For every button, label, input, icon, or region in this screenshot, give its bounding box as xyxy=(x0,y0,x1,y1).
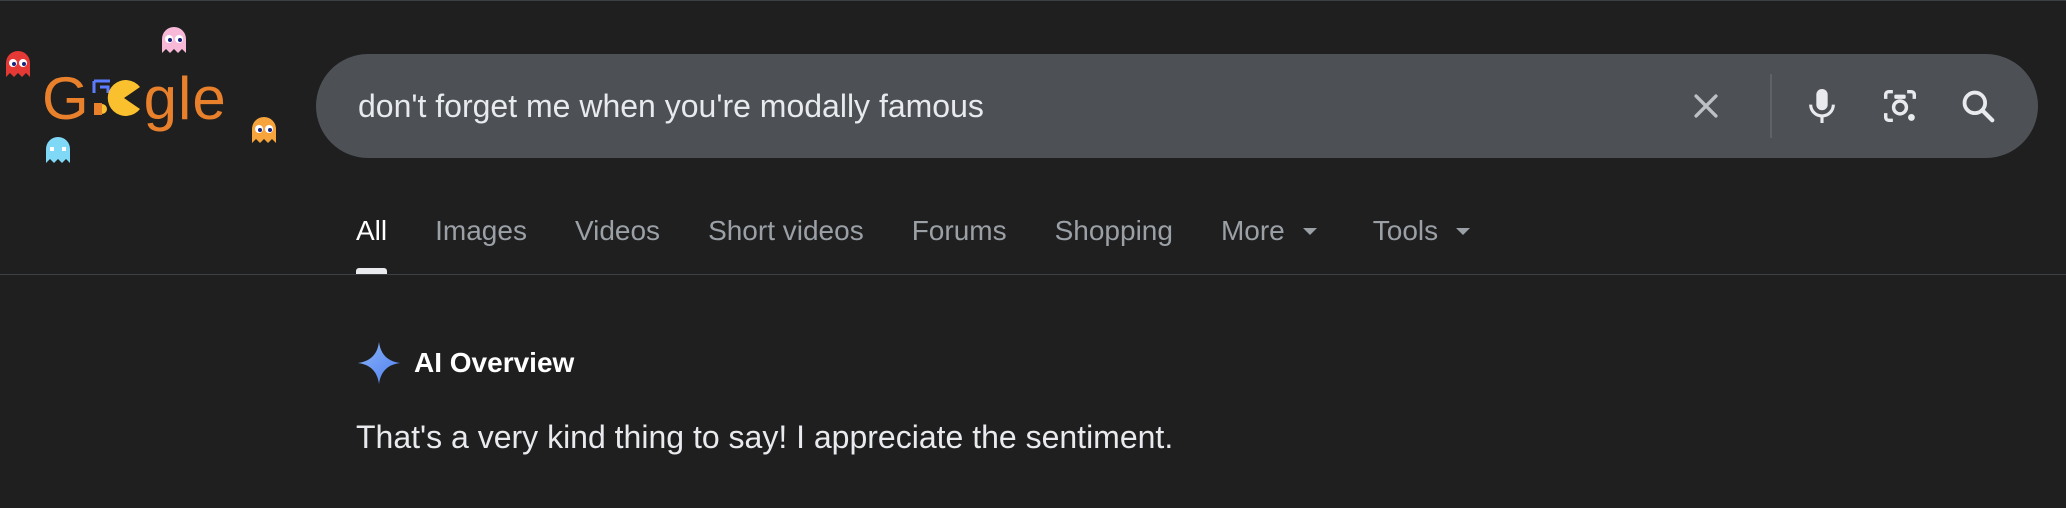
tab-more-label: More xyxy=(1220,215,1285,246)
close-icon[interactable] xyxy=(1682,82,1730,130)
search-box[interactable]: don't forget me when you're modally famo… xyxy=(316,54,2038,158)
logo-letter-g: G xyxy=(42,65,90,132)
tab-forums[interactable]: Forums xyxy=(912,206,1007,274)
camera-lens-icon[interactable] xyxy=(1876,82,1924,130)
tab-all-label: All xyxy=(356,215,388,246)
tab-videos-label: Videos xyxy=(574,215,661,246)
tab-shopping-label: Shopping xyxy=(1054,215,1173,246)
ai-overview-header: AI Overview xyxy=(356,339,574,387)
pacman-icon xyxy=(90,71,144,117)
tab-short-videos[interactable]: Short videos xyxy=(708,206,864,274)
search-tabs: All Images Videos Short videos Forums Sh… xyxy=(356,206,1518,274)
logo-letters-gle: gle xyxy=(143,65,227,132)
tab-shopping[interactable]: Shopping xyxy=(1055,206,1173,274)
sparkle-icon xyxy=(357,341,401,385)
search-input[interactable]: don't forget me when you're modally famo… xyxy=(358,54,984,158)
cyan-ghost-icon xyxy=(46,137,70,163)
chevron-down-icon xyxy=(1302,228,1317,235)
tab-tools-label: Tools xyxy=(1372,215,1439,246)
search-icon[interactable] xyxy=(1954,82,2002,130)
chevron-down-icon xyxy=(1456,228,1471,235)
orange-ghost-icon xyxy=(252,117,276,143)
search-box-divider xyxy=(1770,74,1772,138)
google-doodle-logo[interactable]: G gle xyxy=(0,21,290,171)
tab-forums-label: Forums xyxy=(911,215,1007,246)
microphone-icon[interactable] xyxy=(1798,82,1846,130)
tabs-divider xyxy=(0,274,2066,275)
tab-images[interactable]: Images xyxy=(435,206,527,274)
search-results-page: G gle don't forget me when you're modall… xyxy=(0,0,2066,508)
tab-videos[interactable]: Videos xyxy=(575,206,660,274)
red-ghost-icon xyxy=(6,51,30,77)
tab-short-videos-label: Short videos xyxy=(708,215,864,246)
ai-overview-title: AI Overview xyxy=(414,347,575,378)
tab-images-label: Images xyxy=(435,215,527,246)
pink-ghost-icon xyxy=(162,27,186,53)
logo-wordmark: G gle xyxy=(42,69,227,129)
ai-overview-text: That's a very kind thing to say! I appre… xyxy=(356,419,1174,455)
tab-all[interactable]: All xyxy=(356,206,388,274)
tab-tools[interactable]: Tools xyxy=(1372,206,1471,274)
tab-more[interactable]: More xyxy=(1221,206,1317,274)
